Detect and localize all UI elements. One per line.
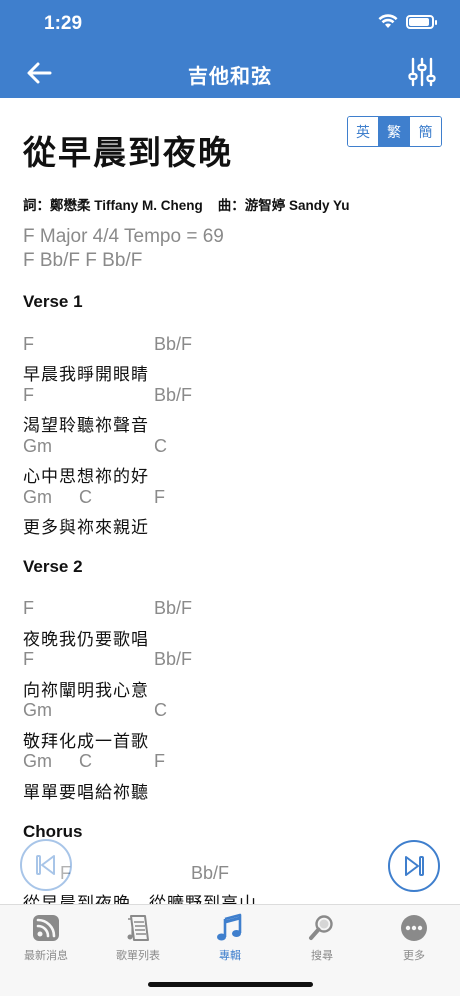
status-icons: [378, 14, 437, 29]
status-time: 1:29: [44, 13, 83, 34]
tab-label: 更多: [403, 950, 425, 962]
intro-chords-text: F Bb/F F Bb/F: [23, 250, 143, 271]
wifi-icon: [378, 14, 398, 28]
lyric-line: 向祢闡明我心意: [23, 681, 149, 700]
previous-song-button[interactable]: [20, 839, 72, 891]
tab-album[interactable]: 專輯: [184, 913, 276, 969]
chord: C: [154, 700, 167, 720]
chord: Gm: [23, 487, 52, 507]
chord-line: F Bb/F: [23, 385, 443, 411]
tab-more[interactable]: 更多: [368, 913, 460, 969]
chord: F: [154, 751, 165, 771]
lyric-line: 單單要唱給祢聽: [23, 783, 149, 802]
rss-icon: [33, 915, 59, 941]
tab-songlist[interactable]: 歌單列表: [92, 913, 184, 969]
tab-label: 專輯: [219, 950, 241, 962]
chord-line: Gm C: [23, 700, 443, 726]
chord: F: [23, 385, 34, 405]
lyric-line: 更多與祢來親近: [23, 518, 149, 537]
lyric-line: 夜晚我仍要歌唱: [23, 630, 149, 649]
song-credits: 詞：鄭懋柔 Tiffany M. Cheng 曲：游智婷 Sandy Yu: [23, 198, 350, 213]
chord-line: F Bb/F: [23, 334, 443, 360]
lang-traditional-button[interactable]: 繁: [379, 117, 410, 146]
more-icon: [401, 915, 427, 941]
lyric-line: 敬拜化成一首歌: [23, 732, 149, 751]
lyric-line: 從早晨到夜晚 從曠野到高山: [23, 894, 257, 904]
chord: Gm: [23, 751, 52, 771]
song-title: 從早晨到夜晚: [23, 134, 233, 171]
tab-news[interactable]: 最新消息: [0, 913, 92, 969]
equalizer-settings-icon[interactable]: [408, 57, 436, 87]
lyric-line: 心中思想祢的好: [23, 467, 149, 486]
tab-label: 搜尋: [311, 950, 333, 962]
chord: C: [79, 751, 92, 771]
chord-line: Gm C F: [23, 487, 443, 513]
key-tempo-text: F Major 4/4 Tempo = 69: [23, 226, 224, 247]
chord: C: [154, 436, 167, 456]
tab-search[interactable]: 搜尋: [276, 913, 368, 969]
app-header: 1:29 吉他和弦: [0, 0, 460, 98]
chord: C: [79, 487, 92, 507]
lang-simplified-button[interactable]: 簡: [410, 117, 441, 146]
song-meta: F Major 4/4 Tempo = 69 F Bb/F F Bb/F: [23, 225, 224, 273]
lyric-line: 早晨我睜開眼睛: [23, 365, 149, 384]
chord-line: F Bb/F: [23, 598, 443, 624]
chord: Bb/F: [154, 334, 193, 354]
lang-english-button[interactable]: 英: [348, 117, 379, 146]
chord-sheet[interactable]: 從早晨到夜晚 英 繁 簡 詞：鄭懋柔 Tiffany M. Cheng 曲：游智…: [0, 98, 460, 904]
chord: F: [23, 649, 34, 669]
battery-icon: [406, 14, 437, 29]
chord: F: [23, 598, 34, 618]
chord: Gm: [23, 700, 52, 720]
skip-next-icon: [405, 856, 424, 876]
tab-label: 最新消息: [24, 950, 68, 962]
language-switch: 英 繁 簡: [347, 116, 442, 147]
lyric-line: 渴望聆聽祢聲音: [23, 416, 149, 435]
section-title-verse2: Verse 2: [23, 557, 83, 576]
chord-line: Gm C F: [23, 751, 443, 777]
skip-previous-icon: [36, 855, 55, 875]
home-indicator: [148, 982, 313, 987]
chord: F: [23, 334, 34, 354]
chord-line: Gm C: [23, 436, 443, 462]
chord: Bb/F: [191, 863, 230, 883]
chord: Gm: [23, 436, 52, 456]
chord: Bb/F: [154, 385, 193, 405]
chord: F: [154, 487, 165, 507]
section-title-verse1: Verse 1: [23, 292, 83, 311]
chord-line: F Bb/F: [23, 863, 443, 889]
chord-line: F Bb/F: [23, 649, 443, 675]
chord: Bb/F: [154, 649, 193, 669]
music-note-icon: [217, 913, 242, 941]
chord: Bb/F: [154, 598, 193, 618]
search-icon: [309, 915, 333, 940]
songlist-icon: [127, 915, 149, 941]
tab-label: 歌單列表: [116, 950, 160, 962]
next-song-button[interactable]: [388, 840, 440, 892]
nav-title: 吉他和弦: [188, 66, 272, 88]
